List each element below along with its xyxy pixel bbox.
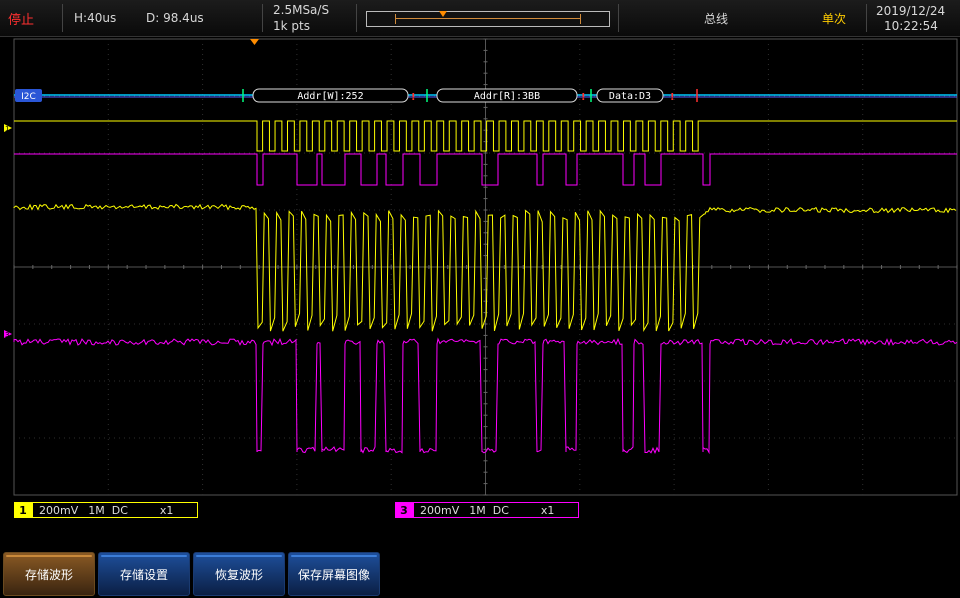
i2c-bus-label[interactable]: I2C <box>15 89 42 102</box>
ch3-settings-box[interactable]: 3 200mV 1M DC x1 <box>395 502 579 518</box>
storage-settings-button[interactable]: 存储设置 <box>98 552 190 596</box>
save-screenshot-button[interactable]: 保存屏幕图像 <box>288 552 380 596</box>
ch1-impedance-coupling: 1M DC <box>88 503 128 517</box>
ch3-impedance-coupling: 1M DC <box>469 503 509 517</box>
ch1-settings-box[interactable]: 1 200mV 1M DC x1 <box>14 502 198 518</box>
svg-text:!: ! <box>670 92 675 103</box>
decode-frame-3[interactable]: Data:D3 <box>596 88 664 103</box>
ch1-number: 1 <box>14 502 32 518</box>
svg-text:1: 1 <box>5 125 9 133</box>
save-waveform-button[interactable]: 存储波形 <box>3 552 95 596</box>
svg-text:3: 3 <box>5 331 9 339</box>
svg-text:!: ! <box>581 92 586 103</box>
decode-frames: Addr[W]:252 Addr[R]:3BB Data:D3!!! <box>242 88 698 103</box>
ch3-scale: 200mV <box>420 503 460 517</box>
recall-waveform-button[interactable]: 恢复波形 <box>193 552 285 596</box>
ch1-level-marker[interactable]: 1 <box>4 124 12 133</box>
ch3-probe: x1 <box>540 503 555 517</box>
decode-frame-1[interactable]: Addr[W]:252 <box>252 88 409 103</box>
softkey-bar: 存储波形 存储设置 恢复波形 保存屏幕图像 <box>0 550 960 598</box>
decode-frame-2[interactable]: Addr[R]:3BB <box>436 88 578 103</box>
svg-text:I2C: I2C <box>21 92 36 102</box>
decode-frame-text: Addr[R]:3BB <box>474 91 540 102</box>
ch3-number: 3 <box>395 502 413 518</box>
ch1-probe: x1 <box>159 503 174 517</box>
waveform-display[interactable]: I2C Addr[W]:252 Addr[R]:3BB Data:D3!!! 1 3 <box>0 0 960 500</box>
decode-frame-text: Data:D3 <box>609 91 651 102</box>
decode-frame-text: Addr[W]:252 <box>297 91 363 102</box>
svg-text:!: ! <box>411 92 416 103</box>
ch3-level-marker[interactable]: 3 <box>4 330 12 339</box>
ch1-scale: 200mV <box>39 503 79 517</box>
